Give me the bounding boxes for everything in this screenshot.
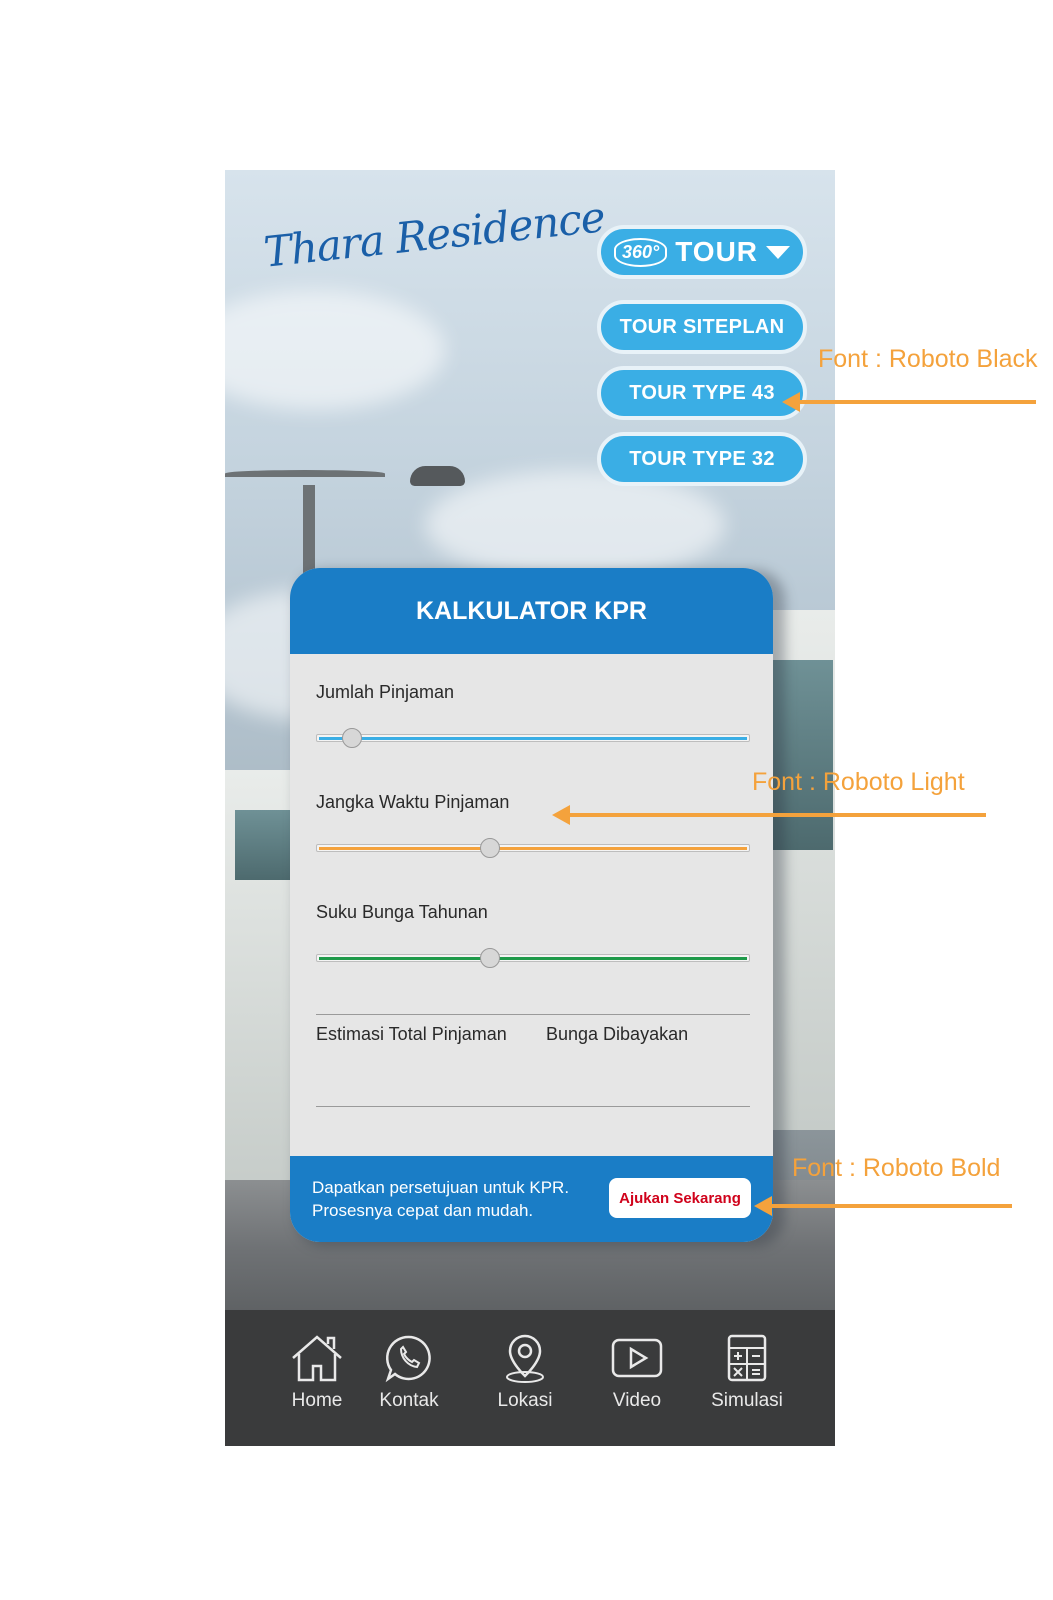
nav-contact[interactable]: Kontak xyxy=(359,1332,459,1412)
cloud xyxy=(225,290,445,410)
arrow-head-icon xyxy=(552,805,570,825)
approval-banner: Dapatkan persetujuan untuk KPR. Prosesny… xyxy=(290,1156,773,1242)
nav-label: Kontak xyxy=(379,1390,439,1411)
nav-label: Home xyxy=(291,1390,343,1411)
street-lamp-pole xyxy=(303,485,315,575)
loan-term-slider[interactable] xyxy=(316,838,750,858)
annotation-roboto-light: Font : Roboto Light xyxy=(752,768,965,796)
calculator-title: KALKULATOR KPR xyxy=(290,568,773,654)
arrow-head-icon xyxy=(754,1196,772,1216)
divider xyxy=(316,1014,750,1015)
slider-fill xyxy=(319,847,747,850)
slider-fill xyxy=(319,957,747,960)
loan-amount-slider[interactable] xyxy=(316,728,750,748)
annotation-arrow xyxy=(570,813,986,817)
cloud xyxy=(425,470,725,580)
loan-term-label: Jangka Waktu Pinjaman xyxy=(316,792,510,812)
location-pin-icon xyxy=(506,1334,544,1383)
bottom-nav: Home Kontak Lokasi Video Simulasi xyxy=(225,1310,835,1446)
estimate-total-label: Estimasi Total Pinjaman xyxy=(316,1024,507,1044)
tour-label: TOUR xyxy=(675,236,759,267)
slider-thumb[interactable] xyxy=(341,728,362,748)
kpr-calculator-card: KALKULATOR KPR Jumlah Pinjaman Jangka Wa… xyxy=(290,568,773,1242)
loan-amount-label: Jumlah Pinjaman xyxy=(316,682,455,702)
360-icon: 360° xyxy=(613,237,668,267)
slider-thumb[interactable] xyxy=(479,838,500,858)
tour-siteplan-button[interactable]: TOUR SITEPLAN xyxy=(597,300,807,354)
app-screen: Thara Residence 360° TOUR TOUR SITEPLAN … xyxy=(225,170,835,1446)
tour-type-43-button[interactable]: TOUR TYPE 43 xyxy=(597,366,807,420)
caret-down-icon xyxy=(766,245,791,259)
annotation-arrow xyxy=(800,400,1036,404)
play-icon xyxy=(611,1338,663,1378)
approval-line-2: Prosesnya cepat dan mudah. xyxy=(312,1201,534,1220)
nav-location[interactable]: Lokasi xyxy=(475,1332,575,1412)
approval-line-1: Dapatkan persetujuan untuk KPR. xyxy=(312,1178,570,1197)
annotation-roboto-black: Font : Roboto Black xyxy=(818,345,1038,373)
nav-label: Video xyxy=(612,1390,662,1411)
logo: Thara Residence xyxy=(261,192,607,277)
street-lamp-head xyxy=(410,466,465,486)
interest-rate-slider[interactable] xyxy=(316,948,750,968)
divider xyxy=(316,1106,750,1107)
slider-thumb[interactable] xyxy=(479,948,500,968)
nav-label: Simulasi xyxy=(711,1390,783,1411)
whatsapp-icon xyxy=(385,1335,431,1383)
nav-label: Lokasi xyxy=(497,1390,553,1411)
apply-now-button[interactable]: Ajukan Sekarang xyxy=(609,1178,751,1218)
interest-paid-label: Bunga Dibayakan xyxy=(546,1024,689,1044)
street-lamp-arm xyxy=(225,470,385,477)
annotation-arrow xyxy=(772,1204,1012,1208)
slider-fill xyxy=(319,737,747,740)
tour-type-32-button[interactable]: TOUR TYPE 32 xyxy=(597,432,807,486)
nav-home[interactable]: Home xyxy=(267,1332,367,1412)
approval-text: Dapatkan persetujuan untuk KPR. Prosesny… xyxy=(312,1176,569,1222)
nav-simulation[interactable]: Simulasi xyxy=(697,1332,797,1412)
home-icon xyxy=(292,1335,342,1382)
interest-rate-label: Suku Bunga Tahunan xyxy=(316,902,488,922)
nav-video[interactable]: Video xyxy=(587,1332,687,1412)
building-window xyxy=(235,810,290,880)
tour-360-dropdown[interactable]: 360° TOUR xyxy=(597,225,807,279)
calculator-icon xyxy=(727,1334,767,1382)
arrow-head-icon xyxy=(782,392,800,412)
annotation-roboto-bold: Font : Roboto Bold xyxy=(792,1154,1001,1182)
